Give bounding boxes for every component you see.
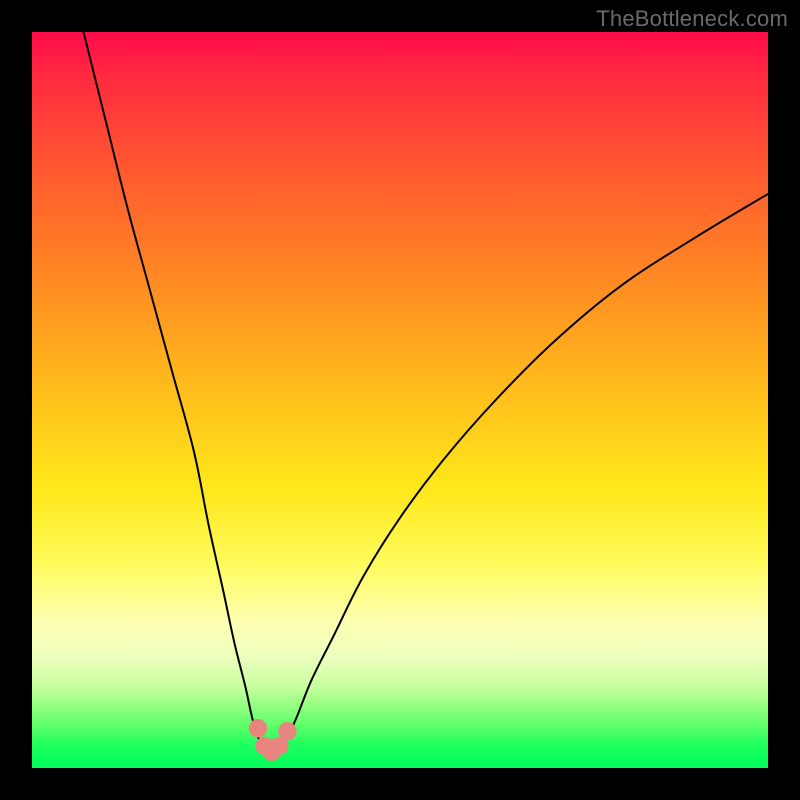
plot-area bbox=[32, 32, 768, 768]
watermark-text: TheBottleneck.com bbox=[596, 6, 788, 32]
chart-frame: TheBottleneck.com bbox=[0, 0, 800, 800]
curve-svg bbox=[32, 32, 768, 768]
curve-marker bbox=[278, 722, 296, 740]
curve-markers bbox=[249, 719, 297, 761]
curve-marker bbox=[249, 719, 267, 737]
bottleneck-curve bbox=[84, 32, 768, 753]
